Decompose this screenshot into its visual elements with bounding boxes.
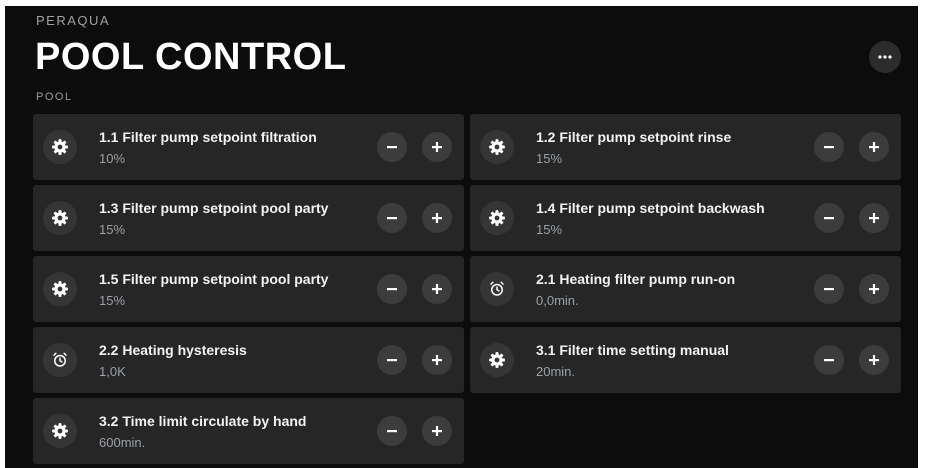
decrease-button[interactable] bbox=[377, 345, 407, 375]
setting-card-2-1: 2.1 Heating filter pump run-on 0,0min. bbox=[470, 256, 901, 322]
minus-icon bbox=[824, 146, 834, 149]
setting-card-3-1: 3.1 Filter time setting manual 20min. bbox=[470, 327, 901, 393]
increase-button[interactable] bbox=[859, 203, 889, 233]
increase-button[interactable] bbox=[859, 345, 889, 375]
increase-button[interactable] bbox=[859, 274, 889, 304]
setting-label: 3.1 Filter time setting manual bbox=[536, 342, 729, 358]
plus-icon bbox=[432, 426, 442, 436]
setting-label: 1.2 Filter pump setpoint rinse bbox=[536, 129, 732, 145]
setting-value: 10% bbox=[99, 151, 126, 166]
setting-card-1-2: 1.2 Filter pump setpoint rinse 15% bbox=[470, 114, 901, 180]
minus-icon bbox=[387, 430, 397, 433]
setting-value: 0,0min. bbox=[536, 293, 579, 308]
setting-label: 1.5 Filter pump setpoint pool party bbox=[99, 271, 329, 287]
alarm-clock-icon bbox=[53, 352, 67, 367]
gear-icon bbox=[52, 210, 68, 226]
setting-label: 1.1 Filter pump setpoint filtration bbox=[99, 129, 317, 145]
setting-card-1-1: 1.1 Filter pump setpoint filtration 10% bbox=[33, 114, 464, 180]
plus-icon bbox=[869, 142, 879, 152]
plus-icon bbox=[432, 213, 442, 223]
plus-icon bbox=[432, 355, 442, 365]
gear-icon bbox=[489, 210, 505, 226]
plus-icon bbox=[869, 284, 879, 294]
decrease-button[interactable] bbox=[814, 345, 844, 375]
setting-card-2-2: 2.2 Heating hysteresis 1,0K bbox=[33, 327, 464, 393]
increase-button[interactable] bbox=[859, 132, 889, 162]
setting-value: 1,0K bbox=[99, 364, 126, 379]
gear-icon bbox=[489, 352, 505, 368]
setting-value: 15% bbox=[536, 151, 563, 166]
gear-icon bbox=[52, 139, 68, 155]
decrease-button[interactable] bbox=[814, 132, 844, 162]
setting-card-1-5: 1.5 Filter pump setpoint pool party 15% bbox=[33, 256, 464, 322]
alarm-clock-icon bbox=[490, 281, 504, 296]
brand-label: PERAQUA bbox=[36, 13, 111, 28]
setting-label: 1.3 Filter pump setpoint pool party bbox=[99, 200, 329, 216]
minus-icon bbox=[387, 359, 397, 362]
setting-label: 2.1 Heating filter pump run-on bbox=[536, 271, 736, 287]
increase-button[interactable] bbox=[422, 416, 452, 446]
page-title: POOL CONTROL bbox=[35, 36, 347, 78]
plus-icon bbox=[432, 284, 442, 294]
setting-value: 15% bbox=[536, 222, 563, 237]
minus-icon bbox=[824, 217, 834, 220]
pool-control-panel: PERAQUA POOL CONTROL POOL 1.1 Filter pum… bbox=[5, 6, 918, 468]
decrease-button[interactable] bbox=[377, 203, 407, 233]
gear-icon bbox=[52, 423, 68, 439]
setting-value: 600min. bbox=[99, 435, 146, 450]
setting-value: 15% bbox=[99, 293, 126, 308]
increase-button[interactable] bbox=[422, 345, 452, 375]
minus-icon bbox=[387, 288, 397, 291]
minus-icon bbox=[824, 359, 834, 362]
decrease-button[interactable] bbox=[377, 416, 407, 446]
setting-label: 3.2 Time limit circulate by hand bbox=[99, 413, 307, 429]
more-horizontal-icon bbox=[878, 55, 892, 59]
minus-icon bbox=[387, 217, 397, 220]
setting-card-1-3: 1.3 Filter pump setpoint pool party 15% bbox=[33, 185, 464, 251]
minus-icon bbox=[387, 146, 397, 149]
setting-label: 2.2 Heating hysteresis bbox=[99, 342, 247, 358]
decrease-button[interactable] bbox=[377, 132, 407, 162]
increase-button[interactable] bbox=[422, 203, 452, 233]
plus-icon bbox=[432, 142, 442, 152]
decrease-button[interactable] bbox=[377, 274, 407, 304]
plus-icon bbox=[869, 213, 879, 223]
setting-card-1-4: 1.4 Filter pump setpoint backwash 15% bbox=[470, 185, 901, 251]
increase-button[interactable] bbox=[422, 132, 452, 162]
gear-icon bbox=[52, 281, 68, 297]
decrease-button[interactable] bbox=[814, 203, 844, 233]
setting-label: 1.4 Filter pump setpoint backwash bbox=[536, 200, 765, 216]
decrease-button[interactable] bbox=[814, 274, 844, 304]
plus-icon bbox=[869, 355, 879, 365]
increase-button[interactable] bbox=[422, 274, 452, 304]
more-options-button[interactable] bbox=[869, 41, 901, 73]
gear-icon bbox=[489, 139, 505, 155]
section-label: POOL bbox=[36, 91, 73, 103]
setting-value: 15% bbox=[99, 222, 126, 237]
setting-value: 20min. bbox=[536, 364, 576, 379]
minus-icon bbox=[824, 288, 834, 291]
setting-card-3-2: 3.2 Time limit circulate by hand 600min. bbox=[33, 398, 464, 464]
